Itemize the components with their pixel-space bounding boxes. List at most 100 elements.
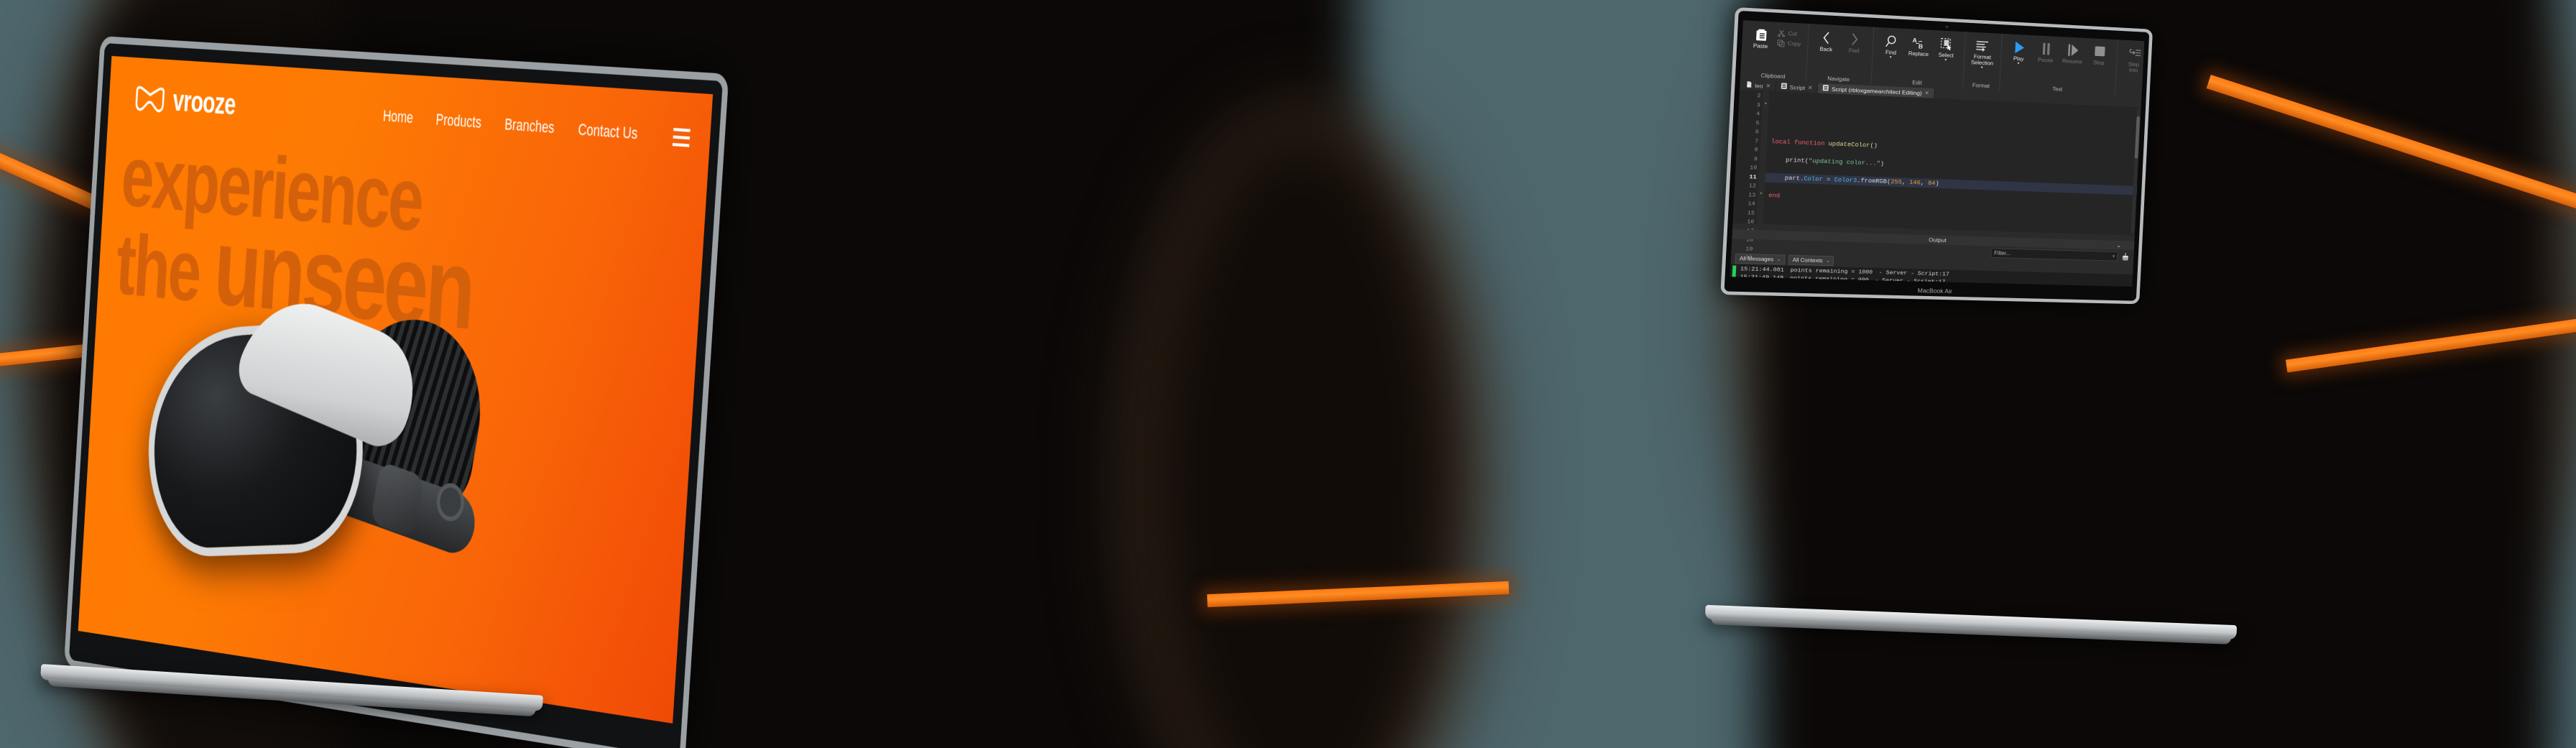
ribbon-group-navigate: Back Fwd Navigate (1806, 24, 1875, 86)
site-logo-text: vrooze (172, 85, 236, 122)
nav-link-home[interactable]: Home (382, 108, 413, 127)
webcam-icon (1945, 25, 1949, 29)
line-number: 9 (1753, 155, 1758, 162)
ribbon-group-debugger: Step Into Step Over Step O (2115, 40, 2145, 101)
output-panel-title: Output (1929, 236, 1947, 244)
chevron-left-icon (1821, 29, 1832, 47)
close-icon[interactable]: ✕ (1924, 90, 1929, 96)
select-region-icon (1940, 35, 1953, 52)
pause-bars-icon (2040, 40, 2051, 57)
site-logo[interactable]: vrooze (133, 83, 236, 124)
format-selection-button[interactable]: Format Selection ▾ (1968, 35, 1998, 72)
copy-icon (1777, 39, 1785, 48)
line-number: 15 (1747, 209, 1755, 216)
select-button[interactable]: Select ▾ (1932, 34, 1961, 65)
code-text[interactable]: local function updateColor() print("upda… (1763, 91, 2141, 236)
chevron-down-icon[interactable]: ⌄ (2117, 242, 2122, 248)
chevron-down-icon[interactable]: ▾ (1890, 55, 1892, 60)
chevron-down-icon[interactable]: ▾ (2017, 62, 2019, 66)
stop-square-icon (2093, 43, 2106, 60)
chevron-down-icon: ⌄ (1826, 259, 1830, 263)
replace-ab-icon: AB (1912, 34, 1926, 52)
vr-headset-icon (133, 84, 167, 117)
ribbon-group-edit: Find ▾ AB Replace Select ▾ Edit (1871, 27, 1966, 90)
roblox-studio-window: Paste Cut Copy Clipboard Back Fwd Naviga… (1730, 20, 2145, 287)
resume-icon (2067, 42, 2079, 59)
stop-button[interactable]: Stop (2085, 41, 2113, 68)
tab-script-label: Script (1789, 83, 1806, 91)
magnifier-icon (1885, 32, 1898, 50)
chevron-right-icon (1849, 30, 1860, 48)
chevron-down-icon[interactable]: ▾ (2113, 254, 2115, 258)
filter-placeholder: Filter... (1994, 249, 2011, 257)
ribbon-group-label-clipboard: Clipboard (1760, 73, 1786, 80)
broom-icon[interactable] (2121, 252, 2130, 261)
copy-button[interactable]: Copy (1775, 38, 1804, 50)
line-number: 14 (1748, 200, 1755, 208)
back-button[interactable]: Back (1811, 27, 1841, 55)
code-editor[interactable]: 2 3 4 5 6 7 8 9 10 11 12 13 14 15 16 18 … (1732, 89, 2141, 262)
ribbon-group-label-format: Format (1972, 82, 1990, 89)
copy-label: Copy (1787, 40, 1801, 47)
laptop-left-bezel: vrooze Home Products Branches Contact Us… (68, 42, 723, 748)
backdrop-glow-mid (1128, 108, 1487, 748)
script-icon (1823, 84, 1829, 92)
hamburger-menu-icon[interactable] (672, 128, 691, 147)
find-button[interactable]: Find ▾ (1877, 31, 1906, 62)
line-number: 20 (1745, 254, 1753, 262)
step-into-label: Step Into (2128, 61, 2140, 74)
website-vrooze: vrooze Home Products Branches Contact Us… (78, 55, 714, 724)
ribbon-group-format: Format Selection ▾ Format (1962, 32, 2003, 91)
find-label: Find (1885, 49, 1897, 56)
orange-cable-middle (1206, 581, 1510, 608)
line-number: 8 (1754, 146, 1758, 154)
line-number: 4 (1755, 110, 1760, 118)
output-status-bar (1732, 265, 1737, 281)
format-selection-label: Format Selection (1970, 53, 1994, 67)
paste-button[interactable]: Paste (1746, 24, 1776, 51)
pause-button[interactable]: Pause (2032, 39, 2060, 65)
laptop-left-screen: vrooze Home Products Branches Contact Us… (63, 36, 729, 748)
step-into-button[interactable]: Step Into (2120, 43, 2144, 75)
tab-leo-label: leo (1755, 82, 1763, 89)
step-into-icon (2128, 45, 2141, 62)
line-number: 3 (1756, 101, 1761, 108)
nav-link-products[interactable]: Products (435, 111, 482, 132)
ribbon-group-test: Play ▾ Pause Resume Stop Test (1999, 33, 2118, 96)
log-timestamp: 15:21:49.148 (1740, 273, 1784, 282)
script-icon (1781, 83, 1788, 91)
svg-text:B: B (1919, 42, 1924, 49)
backdrop-blob-mid (1150, 129, 1451, 748)
nav-link-branches[interactable]: Branches (504, 116, 555, 137)
laptop-right: Paste Cut Copy Clipboard Back Fwd Naviga… (1704, 7, 2475, 697)
line-number-current: 11 (1749, 173, 1757, 180)
chevron-down-icon: ⌄ (1776, 257, 1781, 262)
forward-button[interactable]: Fwd (1839, 29, 1869, 56)
close-icon[interactable]: ✕ (1808, 85, 1813, 91)
chevron-down-icon[interactable]: ▾ (1981, 66, 1983, 70)
line-number: 13 (1748, 191, 1756, 198)
play-label: Play (2013, 55, 2024, 63)
play-button[interactable]: Play ▾ (2005, 37, 2033, 68)
resume-label: Resume (2062, 57, 2082, 65)
scissors-icon (1777, 29, 1785, 38)
svg-text:A: A (1913, 37, 1918, 44)
line-number: 7 (1754, 137, 1759, 144)
context-filter-dropdown[interactable]: All Contexts ⌄ (1788, 254, 1834, 266)
line-number: 6 (1755, 128, 1760, 136)
replace-button[interactable]: AB Replace (1904, 32, 1933, 60)
close-icon[interactable]: ✕ (1765, 83, 1771, 89)
forward-label: Fwd (1848, 47, 1860, 55)
resume-button[interactable]: Resume (2059, 40, 2087, 67)
line-number: 19 (1745, 245, 1753, 253)
replace-label: Replace (1908, 50, 1929, 57)
back-label: Back (1819, 46, 1833, 53)
chevron-down-icon[interactable]: ▾ (1944, 58, 1947, 63)
clipboard-secondary-buttons: Cut Copy (1775, 25, 1804, 49)
format-lines-icon (1975, 37, 1991, 55)
stop-label: Stop (2093, 60, 2105, 66)
nav-link-contact-us[interactable]: Contact Us (578, 121, 638, 144)
paste-icon (1755, 26, 1768, 44)
log-message: points remaining = 990 (1789, 274, 1869, 284)
laptop-left: vrooze Home Products Branches Contact Us… (40, 27, 729, 748)
